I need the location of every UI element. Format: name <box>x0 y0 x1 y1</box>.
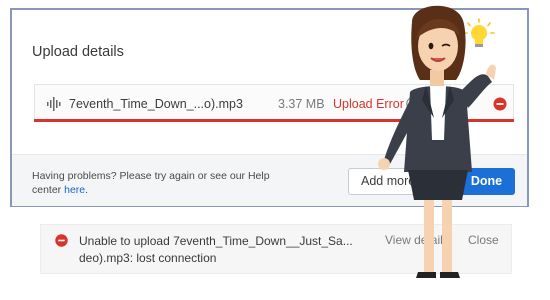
toast-message: Unable to upload 7eventh_Time_Down__Just… <box>79 234 353 265</box>
businesswoman-illustration <box>378 5 496 278</box>
dialog-title: Upload details <box>32 44 124 60</box>
help-center-link[interactable]: here <box>64 184 85 196</box>
file-size: 3.37 MB <box>278 97 325 111</box>
help-text-period: . <box>85 184 89 196</box>
screenshot-stage: Upload details 7eventh_Time_Down_...o).m… <box>0 0 550 300</box>
waveform-icon <box>47 97 61 111</box>
file-name: 7eventh_Time_Down_...o).mp3 <box>69 97 243 111</box>
error-circle-icon <box>55 234 68 247</box>
help-text: Having problems? Please try again or see… <box>32 169 277 197</box>
